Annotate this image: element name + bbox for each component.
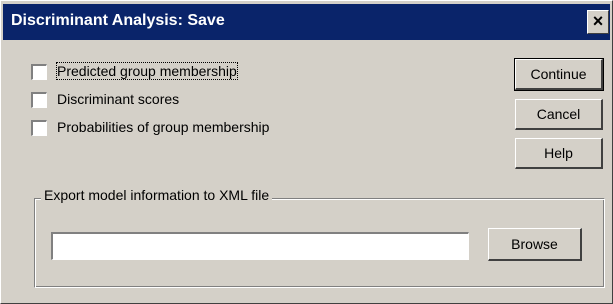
- browse-button[interactable]: Browse: [488, 228, 582, 261]
- continue-button-label: Continue: [530, 66, 587, 82]
- predicted-group-membership-checkbox[interactable]: [31, 64, 47, 80]
- cancel-button-label: Cancel: [536, 106, 581, 122]
- export-xml-group-label: Export model information to XML file: [41, 187, 273, 203]
- help-button-label: Help: [544, 145, 573, 161]
- title-bar[interactable]: Discriminant Analysis: Save ×: [3, 4, 610, 40]
- close-icon: ×: [592, 11, 604, 31]
- help-button[interactable]: Help: [515, 138, 603, 169]
- predicted-group-membership-label[interactable]: Predicted group membership: [56, 62, 238, 80]
- probabilities-of-group-membership-checkbox[interactable]: [31, 120, 47, 136]
- xml-file-path-input[interactable]: [51, 232, 469, 260]
- discriminant-scores-label[interactable]: Discriminant scores: [57, 91, 179, 107]
- continue-button[interactable]: Continue: [514, 58, 604, 91]
- discriminant-save-dialog: Discriminant Analysis: Save × Predicted …: [0, 0, 613, 304]
- dialog-title: Discriminant Analysis: Save: [11, 12, 225, 29]
- browse-button-label: Browse: [511, 236, 558, 252]
- discriminant-scores-checkbox[interactable]: [31, 92, 47, 108]
- cancel-button[interactable]: Cancel: [515, 99, 603, 130]
- probabilities-of-group-membership-label[interactable]: Probabilities of group membership: [57, 119, 269, 135]
- close-button[interactable]: ×: [587, 10, 609, 34]
